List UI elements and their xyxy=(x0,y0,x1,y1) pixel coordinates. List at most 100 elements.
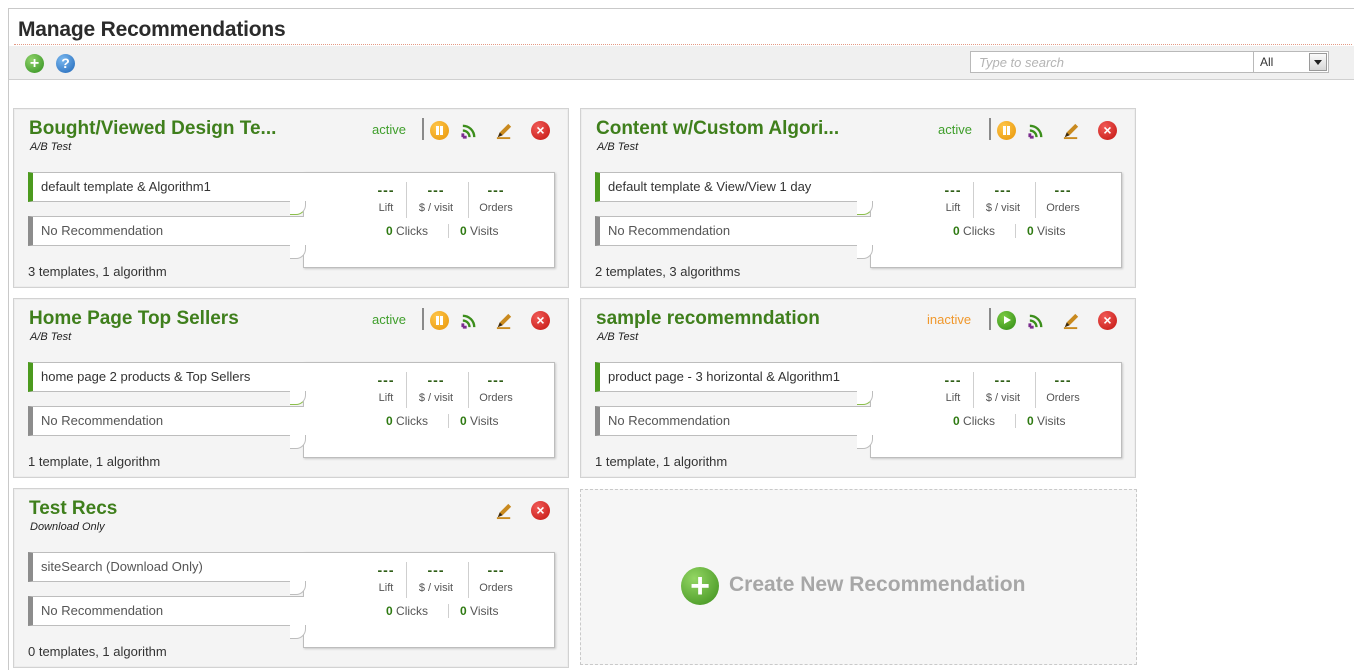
delete-icon[interactable]: × xyxy=(1098,121,1117,140)
variant-secondary[interactable]: No Recommendation xyxy=(28,406,304,436)
delete-icon[interactable]: × xyxy=(1098,311,1117,330)
filter-select[interactable]: All xyxy=(1253,51,1329,73)
divider xyxy=(448,414,449,428)
status-label: active xyxy=(938,122,972,137)
delete-icon[interactable]: × xyxy=(531,501,550,520)
metrics: --- Lift --- $ / visit --- Orders 0 Clic… xyxy=(921,182,1131,242)
clicks-label: Clicks xyxy=(963,414,996,428)
status-label: active xyxy=(372,312,406,327)
orders-label: Orders xyxy=(1046,392,1080,404)
variant-secondary[interactable]: No Recommendation xyxy=(595,216,871,246)
orders-label: Orders xyxy=(479,582,513,594)
search-input[interactable]: Type to search xyxy=(970,51,1254,73)
recommendation-card: Content w/Custom Algori... A/B Test acti… xyxy=(580,108,1136,288)
create-recommendation-label[interactable]: Create New Recommendation xyxy=(729,573,1025,597)
clicks-label: Clicks xyxy=(963,224,996,238)
clicks-stat: 0 Clicks xyxy=(953,224,995,238)
per-visit-value: --- xyxy=(427,372,445,388)
add-circle-icon[interactable]: + xyxy=(681,567,719,605)
edit-pencil-icon[interactable] xyxy=(495,311,514,330)
divider xyxy=(422,308,424,330)
variant-primary[interactable]: default template & Algorithm1 xyxy=(28,172,304,202)
edit-pencil-icon[interactable] xyxy=(1062,311,1081,330)
delete-icon[interactable]: × xyxy=(531,311,550,330)
card-title[interactable]: Home Page Top Sellers xyxy=(29,308,239,330)
rss-feed-icon[interactable] xyxy=(1027,121,1046,140)
variant-panel: product page - 3 horizontal & Algorithm1… xyxy=(595,362,1122,458)
divider xyxy=(989,308,991,330)
per-visit-label: $ / visit xyxy=(418,202,454,214)
card-title[interactable]: Test Recs xyxy=(29,498,117,520)
pause-icon[interactable] xyxy=(430,121,449,140)
orders-value: --- xyxy=(1054,372,1072,388)
chevron-down-icon[interactable] xyxy=(1309,53,1327,71)
visits-label: Visits xyxy=(470,224,499,238)
status-label: active xyxy=(372,122,406,137)
card-type: Download Only xyxy=(30,521,105,533)
visits-stat: 0 Visits xyxy=(460,604,498,618)
visits-value: 0 xyxy=(1027,414,1034,428)
clicks-value: 0 xyxy=(953,224,960,238)
recommendation-card: Bought/Viewed Design Te... A/B Test acti… xyxy=(13,108,569,288)
orders-label: Orders xyxy=(479,392,513,404)
variant-secondary[interactable]: No Recommendation xyxy=(595,406,871,436)
edit-pencil-icon[interactable] xyxy=(495,121,514,140)
variant-primary[interactable]: siteSearch (Download Only) xyxy=(28,552,304,582)
orders-value: --- xyxy=(487,372,505,388)
variant-primary[interactable]: default template & View/View 1 day xyxy=(595,172,871,202)
clicks-label: Clicks xyxy=(396,604,429,618)
card-title[interactable]: sample recomemndation xyxy=(596,308,820,330)
clicks-value: 0 xyxy=(386,414,393,428)
card-title[interactable]: Content w/Custom Algori... xyxy=(596,118,839,140)
per-visit-value: --- xyxy=(994,372,1012,388)
variant-secondary[interactable]: No Recommendation xyxy=(28,596,304,626)
recommendation-card: sample recomemndation A/B Test inactive … xyxy=(580,298,1136,478)
clicks-value: 0 xyxy=(953,414,960,428)
visits-stat: 0 Visits xyxy=(460,224,498,238)
delete-icon[interactable]: × xyxy=(531,121,550,140)
orders-value: --- xyxy=(1054,182,1072,198)
clicks-stat: 0 Clicks xyxy=(953,414,995,428)
visits-label: Visits xyxy=(470,604,499,618)
visits-value: 0 xyxy=(1027,224,1034,238)
play-icon[interactable] xyxy=(997,311,1016,330)
card-title[interactable]: Bought/Viewed Design Te... xyxy=(29,118,276,140)
card-type: A/B Test xyxy=(30,331,72,343)
visits-value: 0 xyxy=(460,224,467,238)
filter-select-value: All xyxy=(1260,55,1274,69)
create-recommendation-tile[interactable]: + Create New Recommendation xyxy=(580,489,1137,665)
visits-label: Visits xyxy=(1037,224,1066,238)
orders-label: Orders xyxy=(479,202,513,214)
divider xyxy=(448,604,449,618)
visits-label: Visits xyxy=(1037,414,1066,428)
metrics: --- Lift --- $ / visit --- Orders 0 Clic… xyxy=(354,562,564,622)
rss-feed-icon[interactable] xyxy=(460,121,479,140)
add-circle-icon[interactable]: + xyxy=(25,54,44,73)
variant-primary[interactable]: home page 2 products & Top Sellers xyxy=(28,362,304,392)
per-visit-value: --- xyxy=(427,562,445,578)
divider xyxy=(448,224,449,238)
visits-stat: 0 Visits xyxy=(1027,224,1065,238)
clicks-stat: 0 Clicks xyxy=(386,224,428,238)
variant-primary[interactable]: product page - 3 horizontal & Algorithm1 xyxy=(595,362,871,392)
page-title: Manage Recommendations xyxy=(18,18,286,41)
divider xyxy=(1015,224,1016,238)
rss-feed-icon[interactable] xyxy=(1027,311,1046,330)
toolbar: + ? Type to search All xyxy=(9,46,1354,80)
clicks-value: 0 xyxy=(386,224,393,238)
per-visit-label: $ / visit xyxy=(985,392,1021,404)
edit-pencil-icon[interactable] xyxy=(1062,121,1081,140)
visits-label: Visits xyxy=(470,414,499,428)
variant-panel: home page 2 products & Top Sellers No Re… xyxy=(28,362,555,458)
card-summary: 3 templates, 1 algorithm xyxy=(28,264,167,279)
per-visit-label: $ / visit xyxy=(418,582,454,594)
card-type: A/B Test xyxy=(30,141,72,153)
pause-icon[interactable] xyxy=(430,311,449,330)
help-circle-icon[interactable]: ? xyxy=(56,54,75,73)
variant-secondary[interactable]: No Recommendation xyxy=(28,216,304,246)
rss-feed-icon[interactable] xyxy=(460,311,479,330)
per-visit-label: $ / visit xyxy=(985,202,1021,214)
pause-icon[interactable] xyxy=(997,121,1016,140)
clicks-stat: 0 Clicks xyxy=(386,604,428,618)
edit-pencil-icon[interactable] xyxy=(495,501,514,520)
